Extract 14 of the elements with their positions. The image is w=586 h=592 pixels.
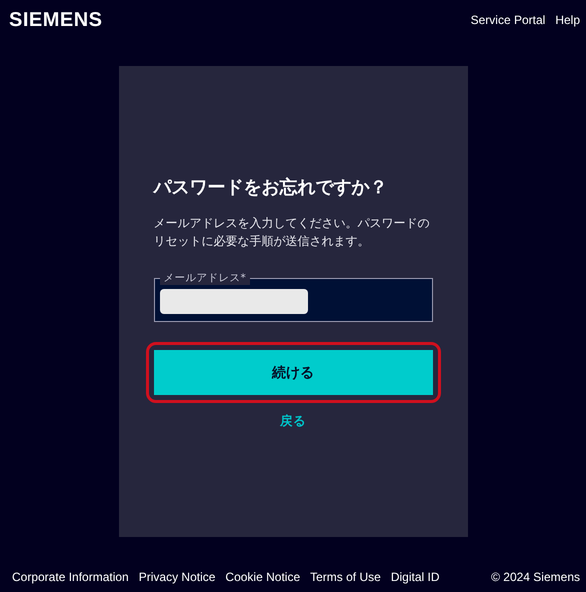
description: メールアドレスを入力してください。パスワードのリセットに必要な手順が送信されます。 — [154, 215, 430, 250]
copyright: © 2024 Siemens — [491, 570, 580, 584]
footer-link[interactable]: Digital ID — [390, 570, 440, 584]
footer-link[interactable]: Cookie Notice — [225, 570, 300, 584]
page-title: パスワードをお忘れですか？ — [154, 176, 388, 200]
footer-link[interactable]: Privacy Notice — [138, 570, 216, 584]
header-link[interactable]: Help — [555, 13, 580, 27]
footer-link[interactable]: Corporate Information — [12, 570, 129, 584]
field-label: メールアドレス* — [160, 271, 250, 285]
header-link[interactable]: Service Portal — [470, 13, 546, 27]
back-link[interactable]: 戻る — [280, 413, 306, 430]
footer-link[interactable]: Terms of Use — [310, 570, 381, 584]
continue-button[interactable]: 続ける — [154, 350, 432, 395]
siemens-logo: SIEMENS — [9, 8, 103, 32]
